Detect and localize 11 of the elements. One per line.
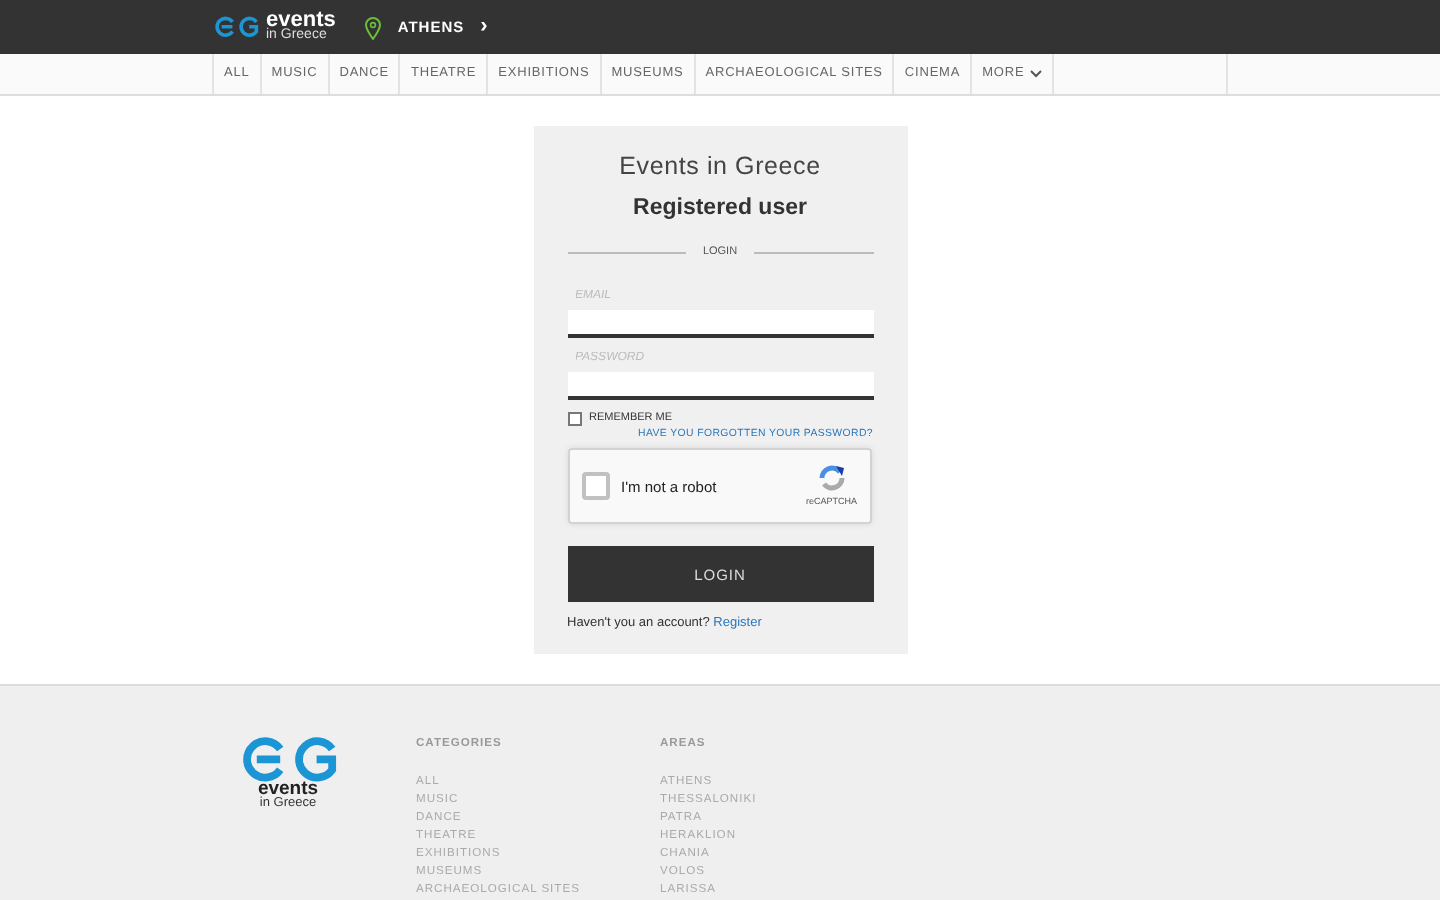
logo-text[interactable]: events (266, 11, 336, 31)
chevron-down-icon[interactable] (1030, 70, 1043, 78)
captcha-checkbox[interactable] (581, 472, 609, 501)
page-title: Registered user (631, 193, 809, 224)
location-pin-icon (363, 15, 382, 39)
remember-checkbox[interactable] (567, 411, 581, 426)
captcha-logo-icon (815, 463, 848, 492)
logo-text[interactable]: events (257, 782, 319, 799)
chevron-icon[interactable]: › (480, 10, 489, 44)
site-name: Events in Greece (617, 150, 823, 184)
logo-icon[interactable] (212, 15, 260, 38)
